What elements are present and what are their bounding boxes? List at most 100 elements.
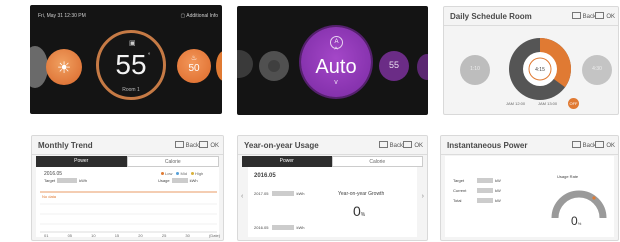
monthly-trend-panel: Monthly Trend Back OK Power Calorie 2016… [31,135,224,241]
back-icon [571,12,581,19]
power-row-target: Target kW [453,178,501,183]
back-button[interactable]: Back [174,141,199,149]
target-input[interactable] [57,178,78,183]
tab-bar: Power Calorie [242,156,423,167]
back-icon [174,141,184,148]
target-field: Target kWh [44,178,88,183]
power-row-current: Current kW [453,188,501,193]
growth-value: 0% [353,203,366,219]
auto-mode-dial[interactable]: A ^ Auto v [301,27,371,97]
tab-power[interactable]: Power [242,156,332,167]
prev-arrow[interactable]: ‹ [241,193,243,200]
year-row-1: 2017.05 kWh [254,191,305,196]
tab-power[interactable]: Power [36,156,127,167]
heat-icon: ♨ [190,55,198,62]
x-tick-label: 01 [44,233,49,238]
mode-up-arrow[interactable]: ^ [301,47,371,54]
monthly-chart: No data [40,191,217,233]
back-icon [378,141,388,148]
usage-value-box [171,178,188,183]
mode-icon: ▣ [129,40,136,47]
schedule-toggle-badge[interactable]: OFF [568,98,579,109]
instant-power-panel: Instantaneous Power Back OK Target kW Cur… [440,135,619,241]
schedule-header: Daily Schedule Room Back OK [444,7,618,26]
total-value-box [477,198,493,203]
page-title: Instantaneous Power [447,141,528,150]
x-tick-label: 30 [185,233,190,238]
power-row-total: Total kW [453,198,501,203]
mode-down-arrow[interactable]: v [301,79,371,86]
ok-icon [595,12,605,19]
x-tick-label: 25 [161,233,167,238]
no-data-label: No data [42,194,57,199]
date-label: 2016.05 [44,171,63,177]
room-label: Room 1 [122,87,140,93]
degree-symbol: ° [148,53,151,59]
next-mode-button[interactable]: 55 [379,51,409,81]
next-arrow[interactable]: › [422,193,424,200]
next-mode-value: 55 [388,60,399,70]
back-button[interactable]: Back [571,141,596,149]
monthly-header: Monthly Trend Back OK [32,136,223,155]
usage-field: Usage kWh [158,178,198,183]
ok-button[interactable]: OK [595,12,615,20]
ok-button[interactable]: OK [199,141,219,149]
power-content: Target kW Current kW Total kW Usage Rate 0% [445,156,614,237]
setpoint-value: 50 [188,63,200,74]
year-row-1-value [272,191,295,196]
setpoint-50-button[interactable]: ♨ 50 [177,49,211,83]
year-row-2-value [272,225,295,230]
mode-panel: A ^ Auto v 55 [237,6,428,115]
chart-legend: Low Mid High [158,171,203,176]
x-tick-label: 10 [91,233,96,238]
legend-high-dot [191,172,195,175]
current-value-box [477,188,493,193]
ok-icon [403,141,413,148]
schedule-ring[interactable]: 4:15 [509,38,571,100]
ok-icon [595,141,605,148]
temperature-dial[interactable]: ▣ 55 ° Room 1 [96,30,166,100]
tab-calorie[interactable]: Calorie [331,156,423,167]
back-icon [571,141,581,148]
ok-icon [199,141,209,148]
legend-end-time: JAM 13:00 [538,101,558,106]
tab-bar: Power Calorie [36,156,219,167]
x-tick-label: 15 [114,233,120,238]
back-button[interactable]: Back [378,141,403,149]
x-tick-label: 20 [138,233,143,238]
fan-mode-button[interactable] [259,51,289,81]
year-row-2: 2016.05 kWh [254,225,305,230]
gauge-marker [592,196,596,200]
schedule-prev-item[interactable]: 1:10 [460,55,490,85]
page-title: Monthly Trend [38,141,93,150]
legend-low-dot [161,172,164,175]
tab-calorie[interactable]: Calorie [126,156,219,167]
prev-mode-circle[interactable] [237,50,253,78]
x-axis-ticks: 01 05 10 15 20 25 30 (Date) [36,233,221,239]
mode-label: Auto [315,56,357,78]
x-tick-label: 05 [67,233,73,238]
growth-label: Year-on-year Growth [338,191,385,197]
sun-icon: ☀ [56,60,72,77]
next-item-circle[interactable] [216,51,222,81]
back-button[interactable]: Back [571,12,596,20]
ok-button[interactable]: OK [403,141,423,149]
schedule-panel: Daily Schedule Room Back OK 1:10 4:15 4:… [443,6,619,115]
schedule-next-item[interactable]: 4:30 [582,55,612,85]
ring-center-label: 4:15 [535,67,545,73]
page-title: Daily Schedule Room [450,12,532,21]
datetime-label: Fri, May 31 12:30 PM [38,13,86,19]
yearly-header: Year-on-year Usage Back OK [238,136,427,155]
additional-info-button[interactable]: ▢ Additional Info [180,13,218,19]
current-temperature: 55 [115,49,147,80]
target-value-box [477,178,493,183]
temperature-panel: Fri, May 31 12:30 PM ▢ Additional Info ☀… [30,5,222,114]
sun-mode-button[interactable]: ☀ [46,49,82,85]
far-mode-circle[interactable] [417,54,428,80]
ok-button[interactable]: OK [595,141,615,149]
gauge-label: Usage Rate [557,174,579,179]
monthly-content: 2016.05 Low Mid High Target kWh Usage kWh … [36,167,221,239]
power-header: Instantaneous Power Back OK [441,136,618,155]
legend-start-time: JAM 12:00 [506,101,526,106]
gauge-value: 0% [571,214,582,228]
